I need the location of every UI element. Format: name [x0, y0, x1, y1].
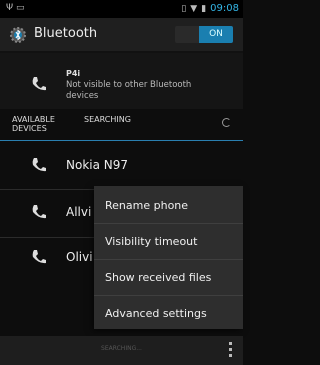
visibility-status: Not visible to other Bluetooth devices [66, 80, 192, 101]
status-bar: Ψ ▭ ▯ ▼ ▮ 09:08 [0, 0, 243, 18]
status-icons: ▯ ▼ ▮ 09:08 [181, 3, 239, 14]
clock: 09:08 [210, 3, 239, 14]
bottom-bar: SEARCHING... [0, 336, 243, 365]
menu-item-advanced-settings[interactable]: Advanced settings [94, 296, 243, 331]
usb-icon: Ψ ▭ [6, 3, 25, 13]
bluetooth-toggle[interactable]: ON [175, 26, 233, 43]
bluetooth-status-icon: ▯ [181, 3, 187, 14]
device-name: P4i [66, 69, 81, 78]
overflow-menu: Rename phone Visibility timeout Show rec… [94, 186, 243, 329]
wifi-icon: ▼ [190, 3, 198, 14]
menu-item-show-received-files[interactable]: Show received files [94, 260, 243, 295]
searching-label: SEARCHING [84, 115, 131, 124]
device-name: Allvi [66, 205, 92, 219]
bottom-status[interactable]: SEARCHING... [0, 345, 243, 352]
action-bar: Bluetooth ON [0, 18, 243, 53]
phone-icon [32, 250, 46, 264]
progress-spinner-icon [222, 118, 231, 127]
phone-icon [32, 158, 46, 172]
device-name: Nokia N97 [66, 158, 129, 172]
overflow-menu-icon[interactable] [229, 342, 233, 358]
menu-item-rename-phone[interactable]: Rename phone [94, 188, 243, 223]
page-title: Bluetooth [34, 26, 98, 41]
phone-icon [32, 77, 46, 91]
available-devices-header: AVAILABLE DEVICES [12, 115, 55, 133]
menu-item-visibility-timeout[interactable]: Visibility timeout [94, 224, 243, 259]
device-name: Olivi [66, 250, 93, 264]
battery-icon: ▮ [201, 3, 207, 14]
toggle-on-label: ON [199, 26, 233, 43]
phone-icon [32, 205, 46, 219]
settings-gear-icon[interactable] [8, 25, 28, 45]
